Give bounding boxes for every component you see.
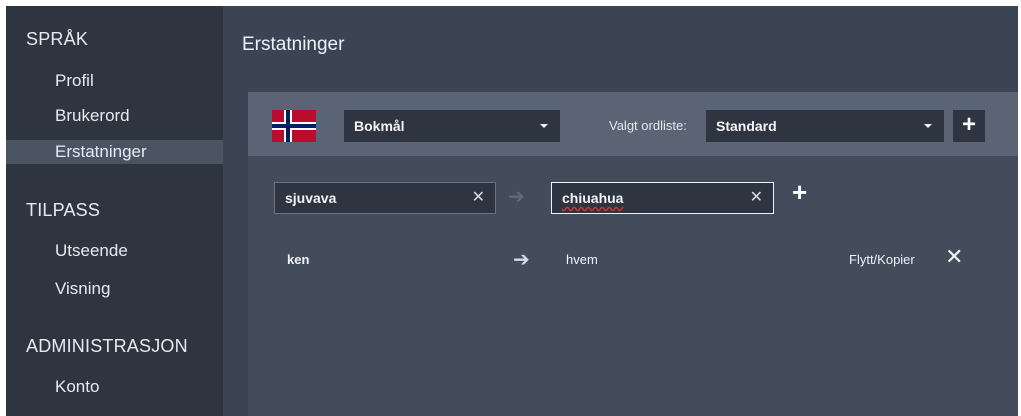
sidebar-item-visning[interactable]: Visning [6, 277, 223, 301]
word-list-dropdown-value: Standard [716, 118, 777, 134]
replace-from-value: sjuvava [285, 190, 337, 206]
replace-from-input[interactable]: sjuvava ✕ [274, 182, 496, 214]
sidebar-section-administrasjon: ADMINISTRASJON [26, 336, 188, 356]
add-word-list-button[interactable]: + [953, 110, 985, 142]
sidebar-item-brukerord[interactable]: Brukerord [6, 104, 223, 128]
page-title: Erstatninger [242, 34, 345, 55]
language-dropdown[interactable]: Bokmål [344, 110, 560, 142]
clear-icon[interactable]: ✕ [750, 183, 763, 213]
sidebar-section-tilpass: TILPASS [26, 200, 101, 220]
arrow-right-icon: ➔ [508, 186, 525, 208]
replacements-panel: Bokmål Valgt ordliste: Standard + sjuvav… [248, 92, 1018, 416]
sidebar-item-utseende[interactable]: Utseende [6, 239, 223, 263]
sidebar-item-konto[interactable]: Konto [6, 375, 223, 399]
sidebar: SPRÅK Profil Brukerord Erstatninger TILP… [6, 6, 223, 416]
replace-to-input[interactable]: chiuahua ✕ [551, 182, 774, 214]
clear-icon[interactable]: ✕ [472, 183, 485, 213]
sidebar-item-erstatninger[interactable]: Erstatninger [6, 140, 223, 164]
arrow-right-icon: ➔ [513, 249, 530, 271]
language-dropdown-value: Bokmål [354, 118, 405, 134]
sidebar-section-language: SPRÅK [26, 29, 89, 49]
panel-header: Bokmål Valgt ordliste: Standard + [248, 92, 1018, 156]
list-item: ken ➔ hvem Flytt/Kopier ✕ [248, 244, 1018, 274]
replacement-to: hvem [566, 252, 598, 267]
word-list-dropdown[interactable]: Standard [706, 110, 944, 142]
move-copy-button[interactable]: Flytt/Kopier [849, 252, 915, 267]
norway-flag-icon [272, 110, 316, 142]
replacement-from: ken [287, 252, 310, 267]
add-replacement-button[interactable]: + [792, 177, 807, 208]
replace-to-value: chiuahua [562, 190, 624, 206]
sidebar-item-profil[interactable]: Profil [6, 69, 223, 93]
selected-list-label: Valgt ordliste: [609, 118, 687, 133]
delete-icon[interactable]: ✕ [945, 244, 963, 270]
chevron-down-icon [540, 124, 548, 128]
app-window: SPRÅK Profil Brukerord Erstatninger TILP… [6, 6, 1018, 416]
chevron-down-icon [924, 124, 932, 128]
